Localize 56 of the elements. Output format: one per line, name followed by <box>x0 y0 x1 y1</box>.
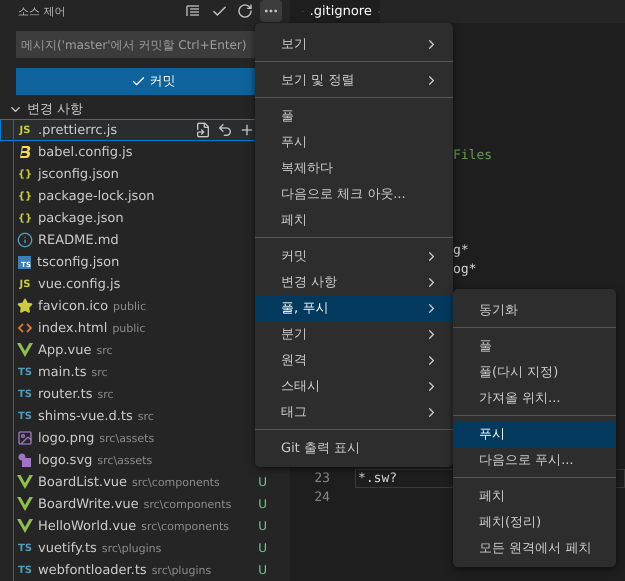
file-name: index.html <box>38 320 108 336</box>
folder-path: src <box>98 388 114 400</box>
braces-icon: {} <box>17 190 33 202</box>
folder-path: src\components <box>132 476 220 488</box>
status-letter: U <box>258 497 267 511</box>
ts-icon: TS <box>17 542 33 554</box>
status-letter: U <box>258 519 267 533</box>
braces-icon: {} <box>17 168 33 180</box>
ts-icon: TS <box>17 388 33 400</box>
file-name: package.json <box>38 210 124 226</box>
line-number: 23 <box>313 471 330 486</box>
braces-icon: {} <box>17 212 33 224</box>
folder-path: src\plugins <box>152 564 212 576</box>
folder-path: src\plugins <box>102 542 162 554</box>
status-letter: U <box>258 475 267 489</box>
folder-path: src\components <box>141 520 230 532</box>
file-name: .prettierrc.js <box>38 122 118 138</box>
status-letter: U <box>258 541 267 555</box>
file-name: tsconfig.json <box>37 254 120 270</box>
file-name: BoardWrite.vue <box>38 496 139 512</box>
file-name: main.ts <box>38 364 86 380</box>
file-name: BoardList.vue <box>38 474 127 490</box>
folder-path: src\components <box>144 498 232 510</box>
section-header: 변경 사항 <box>27 101 84 118</box>
folder-path: src <box>91 366 108 378</box>
ts-icon: TS <box>17 366 33 378</box>
js-icon: JS <box>17 278 33 290</box>
file-name: vuetify.ts <box>38 540 97 556</box>
file-name: package-lock.json <box>38 188 155 204</box>
file-name: logo.png <box>38 430 94 446</box>
code-line: g* <box>452 242 470 260</box>
file-name: HelloWorld.vue <box>38 518 136 534</box>
file-name: README.md <box>38 232 119 248</box>
panel-title: 소스 제어 <box>18 4 66 18</box>
file-name: jsconfig.json <box>38 166 119 182</box>
folder-path: src\assets <box>99 432 154 444</box>
ts-icon: TS <box>17 564 33 576</box>
ts-icon: TS <box>17 410 33 422</box>
file-name: router.ts <box>38 386 93 402</box>
file-name: shims-vue.d.ts <box>38 408 133 424</box>
file-name: logo.svg <box>38 452 92 468</box>
folder-path: public <box>113 300 146 312</box>
code-line: Files <box>452 147 494 165</box>
file-name: App.vue <box>38 342 92 358</box>
folder-path: src <box>96 344 113 356</box>
folder-path: src\assets <box>97 454 152 466</box>
file-name: babel.config.js <box>38 144 133 160</box>
file-name: webfontloader.ts <box>38 562 147 578</box>
file-name: vue.config.js <box>38 276 120 292</box>
folder-path: public <box>112 322 146 334</box>
code-line: og* <box>452 261 478 279</box>
line-number: 24 <box>313 490 330 505</box>
js-icon: JS <box>17 124 33 136</box>
folder-path: src <box>138 410 154 422</box>
status-letter: U <box>258 563 267 577</box>
file-name: favicon.ico <box>38 298 108 314</box>
